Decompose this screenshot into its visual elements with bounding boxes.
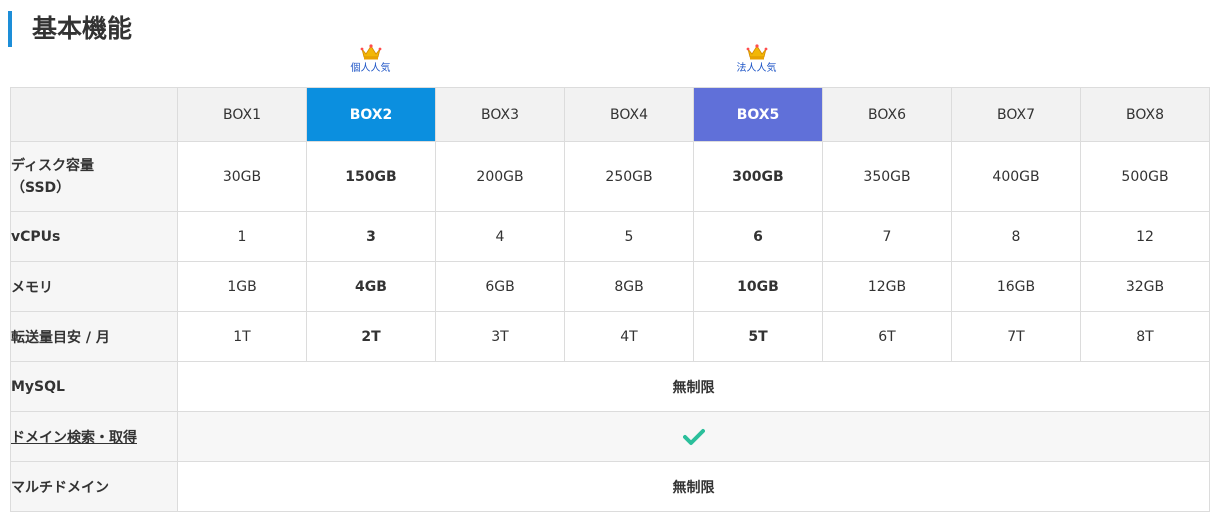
- table-cell: 1: [177, 211, 307, 262]
- col-box7: BOX7: [951, 87, 1081, 142]
- domain-search-link[interactable]: ドメイン検索・取得: [11, 430, 137, 446]
- table-cell: 5: [564, 211, 694, 262]
- row-label-multi-domain: マルチドメイン: [10, 461, 178, 512]
- table-cell: 150GB: [306, 141, 436, 212]
- table-row-multi-domain: マルチドメイン 無制限: [10, 461, 1210, 512]
- table-cell: 8GB: [564, 261, 694, 312]
- table-cell-merged: 無制限: [177, 361, 1210, 412]
- table-cell: 250GB: [564, 141, 694, 212]
- table-row-transfer: 転送量目安 / 月 1T 2T 3T 4T 5T 6T 7T 8T: [10, 311, 1210, 362]
- table-row-disk: ディスク容量 （SSD） 30GB 150GB 200GB 250GB 300G…: [10, 141, 1210, 212]
- table-row-domain-search: ドメイン検索・取得: [10, 411, 1210, 462]
- table-cell: 32GB: [1080, 261, 1210, 312]
- popular-corporate-badge: 法人人気: [692, 44, 821, 75]
- table-cell: 6GB: [435, 261, 565, 312]
- table-cell: 7: [822, 211, 952, 262]
- row-label-disk: ディスク容量 （SSD）: [10, 141, 178, 212]
- row-label-memory: メモリ: [10, 261, 178, 312]
- header-row: BOX1 BOX2 BOX3 BOX4 BOX5 BOX6 BOX7 BOX8: [10, 87, 1210, 142]
- table-cell: 6T: [822, 311, 952, 362]
- row-label-transfer: 転送量目安 / 月: [10, 311, 178, 362]
- table-cell: 3: [306, 211, 436, 262]
- table-cell: 12GB: [822, 261, 952, 312]
- col-box8: BOX8: [1080, 87, 1210, 142]
- plan-comparison-table: BOX1 BOX2 BOX3 BOX4 BOX5 BOX6 BOX7 BOX8 …: [10, 87, 1210, 512]
- table-cell: 10GB: [693, 261, 823, 312]
- col-box2: BOX2: [306, 87, 436, 142]
- col-box1: BOX1: [177, 87, 307, 142]
- table-cell-merged: 無制限: [177, 461, 1210, 512]
- table-cell: 1GB: [177, 261, 307, 312]
- table-cell: 8T: [1080, 311, 1210, 362]
- table-row-mysql: MySQL 無制限: [10, 361, 1210, 412]
- table-cell: 5T: [693, 311, 823, 362]
- table-cell: 7T: [951, 311, 1081, 362]
- table-cell: 400GB: [951, 141, 1081, 212]
- table-cell: 1T: [177, 311, 307, 362]
- table-cell: 4GB: [306, 261, 436, 312]
- table-cell: 8: [951, 211, 1081, 262]
- popular-personal-badge: 個人人気: [306, 44, 435, 75]
- table-cell: 30GB: [177, 141, 307, 212]
- header-corner: [10, 87, 178, 142]
- table-row-memory: メモリ 1GB 4GB 6GB 8GB 10GB 12GB 16GB 32GB: [10, 261, 1210, 312]
- row-label-mysql: MySQL: [10, 361, 178, 412]
- table-cell: 4: [435, 211, 565, 262]
- table-cell: 200GB: [435, 141, 565, 212]
- table-cell: 12: [1080, 211, 1210, 262]
- table-cell: 500GB: [1080, 141, 1210, 212]
- crown-icon: [746, 44, 767, 60]
- row-label-domain-search: ドメイン検索・取得: [10, 411, 178, 462]
- table-cell: 2T: [306, 311, 436, 362]
- table-cell: 6: [693, 211, 823, 262]
- row-label-line: （SSD）: [11, 179, 71, 196]
- row-label-vcpu: vCPUs: [10, 211, 178, 262]
- table-cell: 350GB: [822, 141, 952, 212]
- table-cell-merged: [177, 411, 1210, 462]
- col-box4: BOX4: [564, 87, 694, 142]
- table-cell: 3T: [435, 311, 565, 362]
- col-box3: BOX3: [435, 87, 565, 142]
- col-box6: BOX6: [822, 87, 952, 142]
- crown-icon: [360, 44, 381, 60]
- table-cell: 300GB: [693, 141, 823, 212]
- table-cell: 16GB: [951, 261, 1081, 312]
- section-title: 基本機能: [8, 11, 132, 47]
- badge-label: 法人人気: [736, 63, 777, 74]
- badge-label: 個人人気: [350, 63, 391, 74]
- check-icon: [682, 428, 705, 445]
- row-label-line: ディスク容量: [11, 157, 95, 174]
- col-box5: BOX5: [693, 87, 823, 142]
- table-cell: 4T: [564, 311, 694, 362]
- table-row-vcpu: vCPUs 1 3 4 5 6 7 8 12: [10, 211, 1210, 262]
